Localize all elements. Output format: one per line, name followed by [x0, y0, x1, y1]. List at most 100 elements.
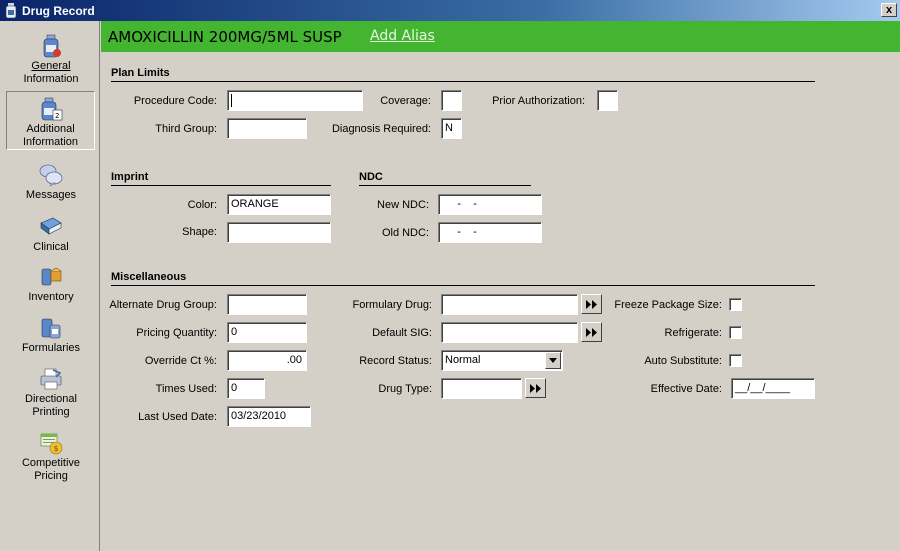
app-bottle-icon: [5, 3, 17, 18]
third-group-input[interactable]: [227, 118, 307, 139]
diagnosis-required-label: Diagnosis Required:: [331, 123, 431, 135]
sidebar-item-label: Printing: [32, 406, 70, 418]
sidebar-item-directional-printing[interactable]: Directional Printing: [6, 367, 96, 419]
record-status-label: Record Status:: [359, 355, 432, 367]
chevron-down-icon: [549, 358, 557, 363]
close-button[interactable]: x: [881, 3, 897, 17]
formulary-drug-lookup-button[interactable]: [581, 294, 602, 314]
times-used-input[interactable]: 0: [227, 378, 265, 399]
bottle-info-icon: [43, 34, 61, 58]
sidebar-item-label: Information: [22, 136, 79, 148]
last-used-date-input[interactable]: 03/23/2010: [227, 406, 311, 427]
svg-text:$: $: [54, 444, 59, 453]
coverage-label: Coverage:: [380, 95, 431, 107]
default-sig-lookup-button[interactable]: [581, 322, 602, 342]
refrigerate-label: Refrigerate:: [664, 327, 722, 339]
drug-type-lookup-button[interactable]: [525, 378, 546, 398]
sidebar-item-general-information[interactable]: General Information: [6, 34, 96, 86]
old-ndc-input[interactable]: - -: [438, 222, 542, 243]
prior-authorization-label: Prior Authorization:: [492, 95, 585, 107]
bottle-2-icon: 2: [41, 97, 62, 121]
auto-substitute-checkbox[interactable]: [729, 354, 742, 367]
sidebar-item-inventory[interactable]: Inventory: [6, 265, 96, 304]
sidebar-item-label: Inventory: [28, 291, 74, 303]
freeze-package-size-checkbox[interactable]: [729, 298, 742, 311]
record-status-select[interactable]: Normal: [441, 350, 563, 371]
sidebar-item-formularies[interactable]: Formularies: [6, 316, 96, 355]
title-bar: Drug Record x: [0, 0, 900, 21]
new-ndc-label: New NDC:: [377, 199, 429, 211]
add-alias-link[interactable]: Add Alias: [370, 28, 435, 44]
inventory-icon: [41, 267, 62, 286]
imprint-divider: [111, 185, 331, 186]
times-used-label: Times Used:: [155, 383, 217, 395]
sidebar-item-label: Additional: [26, 123, 75, 135]
sidebar-item-label: Directional: [25, 393, 77, 405]
pricing-quantity-input[interactable]: 0: [227, 322, 307, 343]
formulary-drug-label: Formulary Drug:: [352, 299, 432, 311]
old-ndc-label: Old NDC:: [381, 227, 429, 239]
sidebar-item-clinical[interactable]: Clinical: [6, 215, 96, 254]
last-used-date-label: Last Used Date:: [138, 411, 217, 423]
double-arrow-right-icon: [530, 384, 541, 393]
default-sig-input[interactable]: [441, 322, 578, 343]
override-ct-label: Override Ct %:: [144, 355, 217, 367]
freeze-package-size-label: Freeze Package Size:: [614, 299, 722, 311]
third-group-label: Third Group:: [155, 123, 217, 135]
new-ndc-input[interactable]: - -: [438, 194, 542, 215]
miscellaneous-divider: [111, 285, 815, 286]
double-arrow-right-icon: [586, 300, 597, 309]
drug-header: AMOXICILLIN 200MG/5ML SUSP Add Alias: [101, 21, 900, 52]
sidebar-item-label: Formularies: [21, 342, 81, 354]
drug-type-label: Drug Type:: [378, 383, 432, 395]
diagnosis-required-input[interactable]: N: [441, 118, 462, 139]
double-arrow-right-icon: [586, 328, 597, 337]
sidebar-item-messages[interactable]: Messages: [6, 163, 96, 202]
color-label: Color:: [187, 199, 217, 211]
sidebar-item-label: Competitive: [21, 457, 81, 469]
miscellaneous-heading: Miscellaneous: [111, 271, 187, 283]
messages-icon: [39, 164, 63, 187]
pricing-quantity-label: Pricing Quantity:: [136, 327, 217, 339]
procedure-code-input[interactable]: [227, 90, 363, 111]
drug-name-title: AMOXICILLIN 200MG/5ML SUSP: [108, 28, 342, 46]
effective-date-label: Effective Date:: [650, 383, 722, 395]
printer-icon: [40, 368, 62, 390]
sidebar-item-additional-information[interactable]: 2 Additional Information: [6, 91, 95, 150]
alternate-drug-group-label: Alternate Drug Group:: [109, 299, 217, 311]
pricing-icon: $: [40, 433, 63, 455]
plan-limits-heading: Plan Limits: [111, 67, 170, 79]
formulary-drug-input[interactable]: [441, 294, 578, 315]
drug-type-input[interactable]: [441, 378, 522, 399]
color-input[interactable]: ORANGE: [227, 194, 331, 215]
sidebar-item-label: General: [31, 60, 71, 72]
sidebar-item-label: Messages: [25, 189, 77, 201]
clinical-book-icon: [40, 217, 62, 235]
effective-date-input[interactable]: __/__/____: [731, 378, 815, 399]
alternate-drug-group-input[interactable]: [227, 294, 307, 315]
sidebar-item-label: Pricing: [34, 470, 68, 482]
sidebar-item-label: Information: [23, 73, 79, 85]
imprint-heading: Imprint: [111, 171, 149, 183]
record-status-dropdown-button[interactable]: [545, 352, 561, 369]
refrigerate-checkbox[interactable]: [729, 326, 742, 339]
coverage-input[interactable]: [441, 90, 462, 111]
sidebar: General Information 2 Additional Informa…: [0, 21, 100, 551]
procedure-code-label: Procedure Code:: [133, 95, 217, 107]
plan-limits-divider: [111, 81, 815, 82]
text-caret: [231, 94, 232, 107]
window-title: Drug Record: [22, 4, 95, 18]
ndc-divider: [359, 185, 531, 186]
ndc-heading: NDC: [359, 171, 383, 183]
auto-substitute-label: Auto Substitute:: [644, 355, 722, 367]
svg-text:2: 2: [55, 112, 59, 120]
shape-input[interactable]: [227, 222, 331, 243]
formularies-icon: [41, 318, 61, 339]
sidebar-item-label: Clinical: [33, 241, 69, 253]
override-ct-input[interactable]: .00: [227, 350, 307, 371]
default-sig-label: Default SIG:: [372, 327, 432, 339]
record-status-value: Normal: [445, 354, 481, 366]
prior-authorization-input[interactable]: [597, 90, 618, 111]
shape-label: Shape:: [182, 226, 217, 238]
sidebar-item-competitive-pricing[interactable]: $ Competitive Pricing: [6, 431, 96, 483]
